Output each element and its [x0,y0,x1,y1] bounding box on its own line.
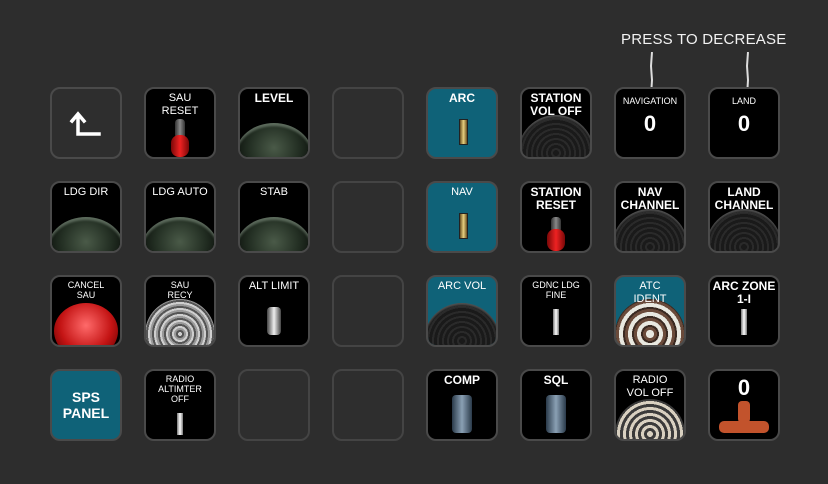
selector-pin-icon [553,309,559,335]
station-vol-off-button[interactable]: STATION VOL OFF [520,87,592,159]
arc-button[interactable]: ARC [426,87,498,159]
dome-button-icon [146,217,214,251]
navigation-value: 0 [643,111,657,136]
radio-altimter-off-button[interactable]: RADIO ALTIMTER OFF [144,369,216,441]
dome-button-icon [240,217,308,251]
ldg-dir-button[interactable]: LDG DIR [50,181,122,253]
dome-button-icon [52,217,120,251]
indicator-bar-icon [459,119,468,145]
land-channel-button[interactable]: LAND CHANNEL [708,181,780,253]
lever-switch-icon [546,395,566,433]
counter-value: 0 [737,375,751,400]
selector-pin-icon [741,309,747,335]
cancel-sau-label: CANCEL SAU [67,280,105,300]
sau-recy-label: SAU RECY [167,280,193,300]
station-reset-button[interactable]: STATION RESET [520,181,592,253]
alt-limit-button[interactable]: ALT LIMIT [238,275,310,347]
land-label: LAND [731,96,756,106]
ident-push-button-icon [616,299,684,345]
radio-vol-off-label: RADIO VOL OFF [626,374,674,399]
dome-button-icon [240,123,308,157]
empty-key[interactable] [332,87,404,159]
rotary-knob-icon [428,303,496,345]
back-arrow-icon [69,111,101,136]
comp-button[interactable]: COMP [426,369,498,441]
land-channel-label: LAND CHANNEL [714,185,774,212]
atc-ident-button[interactable]: ATC IDENT [614,275,686,347]
comp-label: COMP [444,373,480,387]
empty-key[interactable] [238,369,310,441]
stab-label: STAB [260,186,288,198]
nav-channel-button[interactable]: NAV CHANNEL [614,181,686,253]
alt-limit-label: ALT LIMIT [248,280,300,292]
stream-deck-panel: SAU RESET LEVEL ARC STATION VOL OFF NAVI… [50,87,782,443]
sps-panel-button[interactable]: SPS PANEL [50,369,122,441]
red-switch-cap-icon [171,135,189,157]
station-reset-label: STATION RESET [530,185,582,212]
gdnc-ldg-fine-label: GDNC LDG FINE [532,280,580,300]
red-switch-cap-icon [547,229,565,251]
sql-button[interactable]: SQL [520,369,592,441]
rotary-knob-icon [710,209,778,251]
nav-button[interactable]: NAV [426,181,498,253]
lever-switch-icon [452,395,472,433]
rotary-knob-icon [616,399,684,439]
nav-channel-label: NAV CHANNEL [620,185,680,212]
empty-key[interactable] [332,369,404,441]
sql-label: SQL [543,373,569,387]
empty-key[interactable] [332,275,404,347]
red-push-button-icon [54,303,118,345]
arc-zone-button[interactable]: ARC ZONE 1-I [708,275,780,347]
counter-button[interactable]: 0 [708,369,780,441]
navigation-label: NAVIGATION [622,96,678,106]
land-value: 0 [737,111,751,136]
ldg-dir-label: LDG DIR [63,186,109,198]
arc-vol-button[interactable]: ARC VOL [426,275,498,347]
silver-push-button-icon [146,299,214,345]
arc-vol-label: ARC VOL [437,280,487,292]
sps-panel-label: SPS PANEL [62,389,110,421]
stab-button[interactable]: STAB [238,181,310,253]
sau-recy-button[interactable]: SAU RECY [144,275,216,347]
nav-label: NAV [451,186,473,198]
station-vol-off-label: STATION VOL OFF [530,91,582,118]
radio-vol-off-button[interactable]: RADIO VOL OFF [614,369,686,441]
sau-reset-label: SAU RESET [161,92,199,117]
ldg-auto-button[interactable]: LDG AUTO [144,181,216,253]
cancel-sau-button[interactable]: CANCEL SAU [50,275,122,347]
rotary-knob-icon [522,115,590,157]
land-button[interactable]: LAND 0 [708,87,780,159]
atc-ident-label: ATC IDENT [633,280,667,305]
arc-label: ARC [449,91,475,105]
back-button[interactable] [50,87,122,159]
rotary-knob-icon [616,209,684,251]
gdnc-ldg-fine-button[interactable]: GDNC LDG FINE [520,275,592,347]
ldg-auto-label: LDG AUTO [152,186,208,198]
press-to-decrease-annotation: PRESS TO DECREASE [621,31,787,48]
arc-zone-label: ARC ZONE 1-I [712,279,776,306]
radio-altimter-off-label: RADIO ALTIMTER OFF [158,374,202,404]
level-button[interactable]: LEVEL [238,87,310,159]
empty-key[interactable] [332,181,404,253]
navigation-button[interactable]: NAVIGATION 0 [614,87,686,159]
level-label: LEVEL [254,91,294,105]
t-handle-icon [738,401,750,423]
selector-pin-icon [177,413,183,435]
sau-reset-button[interactable]: SAU RESET [144,87,216,159]
t-handle-bar-icon [719,421,769,433]
indicator-bar-icon [459,213,468,239]
toggle-switch-icon [267,307,281,335]
